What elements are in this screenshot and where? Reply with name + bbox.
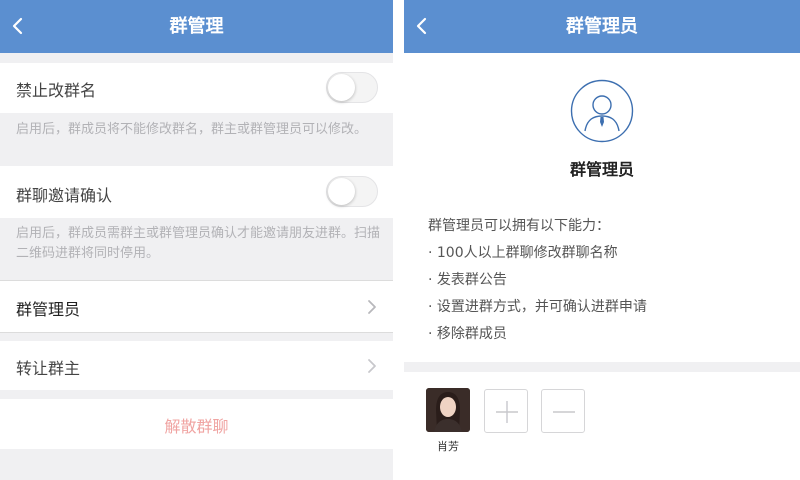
capability-item: · 发表群公告: [428, 272, 507, 288]
no-rename-hint: 启用后，群成员将不能修改群名，群主或群管理员可以修改。: [16, 122, 368, 137]
dissolve-group-row[interactable]: 解散群聊: [0, 399, 393, 449]
capabilities-intro: 群管理员可以拥有以下能力：: [428, 218, 610, 234]
invite-confirm-label: 群聊邀请确认: [16, 186, 113, 205]
page-title: 群管理: [169, 16, 224, 37]
page-title: 群管理员: [566, 16, 638, 37]
nav-bar: 群管理: [0, 0, 393, 53]
divider: [0, 332, 393, 333]
chevron-right-icon: [368, 359, 376, 373]
transfer-owner-row[interactable]: 转让群主: [0, 341, 393, 390]
member-photo-image: [426, 388, 470, 432]
group-admins-row[interactable]: 群管理员: [0, 281, 393, 332]
capability-item: · 100人以上群聊修改群聊名称: [428, 245, 618, 261]
group-settings-screen: 群管理 禁止改群名 启用后，群成员将不能修改群名，群主或群管理员可以修改。 群聊…: [0, 0, 393, 480]
group-admins-label: 群管理员: [16, 300, 81, 319]
no-rename-row: 禁止改群名: [0, 63, 393, 113]
member-name: 肖芳: [437, 440, 459, 453]
minus-icon: [553, 411, 575, 413]
section-separator: [404, 362, 800, 372]
admin-heading: 群管理员: [569, 160, 634, 179]
no-rename-toggle[interactable]: [326, 72, 378, 103]
nav-bar: 群管理员: [404, 0, 800, 53]
invite-confirm-hint: 启用后，群成员需群主或群管理员确认才能邀请朋友进群。扫描二维码进群将同时停用。: [16, 226, 381, 261]
group-admins-screen: 群管理员 群管理员 群管理员可以拥有以下能力： · 100人以上群聊修改群聊名称…: [404, 0, 800, 480]
user-tie-icon: [570, 79, 634, 143]
chevron-right-icon: [368, 300, 376, 314]
add-admin-button[interactable]: [484, 389, 528, 433]
toggle-knob: [328, 74, 355, 101]
remove-admin-button[interactable]: [541, 389, 585, 433]
plus-icon: [496, 401, 518, 423]
invite-confirm-toggle[interactable]: [326, 176, 378, 207]
dissolve-group-button[interactable]: 解散群聊: [0, 413, 393, 437]
no-rename-label: 禁止改群名: [16, 81, 97, 100]
transfer-owner-label: 转让群主: [16, 359, 81, 378]
invite-confirm-row: 群聊邀请确认: [0, 166, 393, 218]
screen-gap: [393, 0, 404, 480]
member-avatar[interactable]: [426, 388, 470, 432]
capability-item: · 设置进群方式，并可确认进群申请: [428, 299, 647, 315]
toggle-knob: [328, 178, 355, 205]
capability-item: · 移除群成员: [428, 326, 507, 342]
